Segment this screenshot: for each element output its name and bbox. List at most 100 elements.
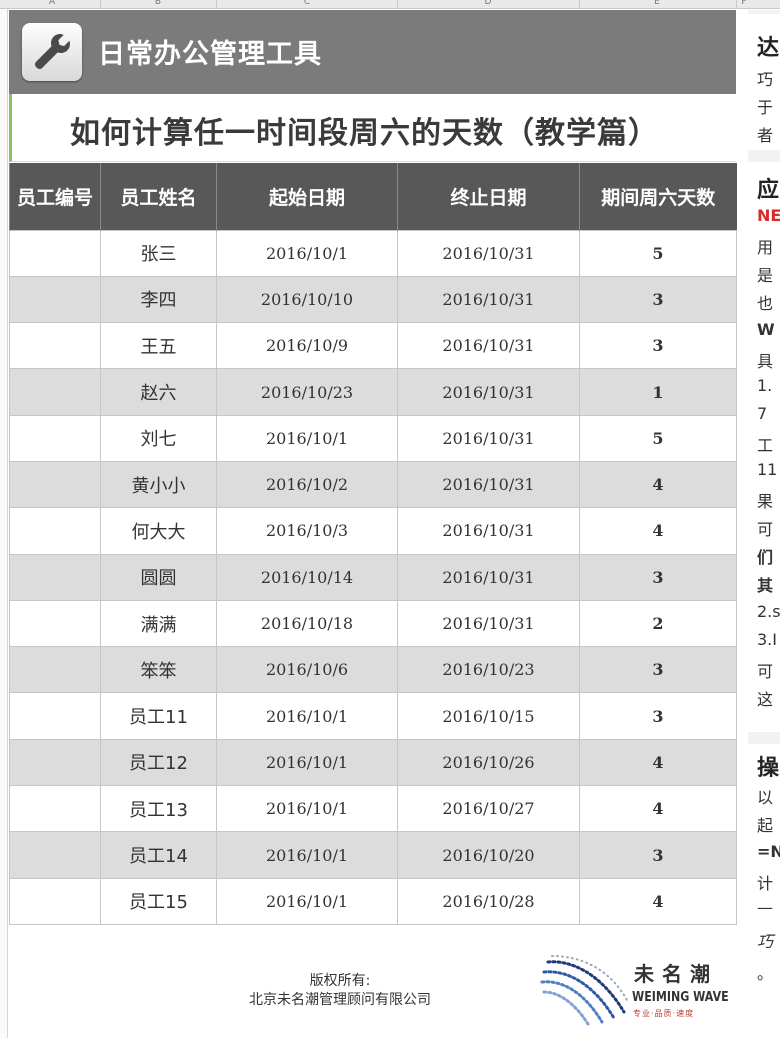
employee-name-cell[interactable]: 黄小小	[100, 460, 217, 509]
start-date-cell[interactable]: 2016/10/1	[216, 785, 398, 833]
employee-name-cell[interactable]: 李四	[100, 275, 217, 324]
column-letter[interactable]: D	[478, 0, 498, 7]
employee-name-cell[interactable]: 圆圆	[100, 553, 217, 601]
start-date-cell[interactable]: 2016/10/18	[216, 599, 398, 648]
end-date-cell[interactable]: 2016/10/31	[397, 229, 580, 277]
end-date-cell[interactable]: 2016/10/31	[397, 322, 580, 370]
wrench-icon	[22, 23, 82, 81]
end-date-cell[interactable]: 2016/10/23	[397, 646, 580, 694]
employee-name-cell[interactable]: 笨笨	[100, 646, 217, 694]
side-fragment: 操	[757, 756, 780, 781]
side-fragment: 用	[757, 238, 774, 257]
end-date-cell[interactable]: 2016/10/27	[397, 785, 580, 833]
end-date-cell[interactable]: 2016/10/31	[397, 553, 580, 601]
employee-id-cell[interactable]	[9, 229, 101, 277]
employee-name-cell[interactable]: 满满	[100, 599, 217, 648]
start-date-cell[interactable]: 2016/10/1	[216, 692, 398, 740]
saturday-count-cell[interactable]: 1	[579, 368, 737, 416]
saturday-count-cell[interactable]: 5	[579, 229, 737, 277]
side-fragment: 7	[757, 404, 768, 423]
end-date-cell[interactable]: 2016/10/31	[397, 507, 580, 555]
employee-id-cell[interactable]	[9, 322, 101, 370]
employee-id-cell[interactable]	[9, 553, 101, 601]
column-letter[interactable]: C	[297, 0, 317, 7]
employee-name-cell[interactable]: 王五	[100, 322, 217, 370]
saturday-count-cell[interactable]: 3	[579, 322, 737, 370]
employee-id-cell[interactable]	[9, 368, 101, 416]
end-date-cell[interactable]: 2016/10/31	[397, 599, 580, 648]
table-row: 李四 2016/10/10 2016/10/31 3	[9, 275, 737, 324]
saturday-count-cell[interactable]: 3	[579, 275, 737, 324]
side-article-panel: 达 巧 于 者 应 NE 用 是 也 W 具 1. 7 工 11 果 可 们 其…	[748, 10, 780, 1038]
employee-name-cell[interactable]: 刘七	[100, 414, 217, 462]
start-date-cell[interactable]: 2016/10/10	[216, 275, 398, 324]
employee-id-cell[interactable]	[9, 460, 101, 509]
header-employee-name[interactable]: 员工姓名	[100, 163, 217, 230]
start-date-cell[interactable]: 2016/10/2	[216, 460, 398, 509]
saturday-count-cell[interactable]: 3	[579, 646, 737, 694]
employee-name-cell[interactable]: 张三	[100, 229, 217, 277]
side-fragment: 应	[757, 178, 780, 203]
employee-id-cell[interactable]	[9, 692, 101, 740]
start-date-cell[interactable]: 2016/10/23	[216, 368, 398, 416]
employee-name-cell[interactable]: 何大大	[100, 507, 217, 555]
header-end-date[interactable]: 终止日期	[397, 163, 580, 230]
start-date-cell[interactable]: 2016/10/14	[216, 553, 398, 601]
end-date-cell[interactable]: 2016/10/31	[397, 414, 580, 462]
start-date-cell[interactable]: 2016/10/1	[216, 414, 398, 462]
end-date-cell[interactable]: 2016/10/26	[397, 738, 580, 787]
employee-name-cell[interactable]: 员工14	[100, 831, 217, 879]
saturday-count-cell[interactable]: 4	[579, 738, 737, 787]
end-date-cell[interactable]: 2016/10/31	[397, 460, 580, 509]
saturday-count-cell[interactable]: 2	[579, 599, 737, 648]
header-start-date[interactable]: 起始日期	[216, 163, 398, 230]
start-date-cell[interactable]: 2016/10/1	[216, 831, 398, 879]
start-date-cell[interactable]: 2016/10/9	[216, 322, 398, 370]
saturday-count-cell[interactable]: 5	[579, 414, 737, 462]
saturday-count-cell[interactable]: 4	[579, 785, 737, 833]
employee-name-cell[interactable]: 员工12	[100, 738, 217, 787]
side-fragment: 是	[757, 266, 774, 285]
employee-name-cell[interactable]: 员工15	[100, 877, 217, 925]
column-letter[interactable]: F	[734, 0, 754, 7]
copyright-label: 版权所有:	[309, 973, 371, 989]
employee-id-cell[interactable]	[9, 646, 101, 694]
title-row: 如何计算任一时间段周六的天数（教学篇）	[9, 94, 736, 162]
saturday-count-cell[interactable]: 3	[579, 831, 737, 879]
table-row: 王五 2016/10/9 2016/10/31 3	[9, 322, 737, 370]
saturday-count-cell[interactable]: 4	[579, 507, 737, 555]
saturday-count-cell[interactable]: 4	[579, 460, 737, 509]
employee-id-cell[interactable]	[9, 785, 101, 833]
side-fragment: NE	[757, 206, 780, 225]
copyright-notice: 版权所有: 北京未名潮管理顾问有限公司	[190, 972, 490, 1010]
end-date-cell[interactable]: 2016/10/31	[397, 275, 580, 324]
start-date-cell[interactable]: 2016/10/3	[216, 507, 398, 555]
header-saturday-count[interactable]: 期间周六天数	[579, 163, 737, 230]
start-date-cell[interactable]: 2016/10/1	[216, 738, 398, 787]
end-date-cell[interactable]: 2016/10/20	[397, 831, 580, 879]
saturday-count-cell[interactable]: 3	[579, 553, 737, 601]
employee-id-cell[interactable]	[9, 738, 101, 787]
end-date-cell[interactable]: 2016/10/28	[397, 877, 580, 925]
company-name: 北京未名潮管理顾问有限公司	[249, 992, 431, 1008]
employee-name-cell[interactable]: 员工13	[100, 785, 217, 833]
end-date-cell[interactable]: 2016/10/15	[397, 692, 580, 740]
start-date-cell[interactable]: 2016/10/6	[216, 646, 398, 694]
employee-id-cell[interactable]	[9, 877, 101, 925]
header-employee-id[interactable]: 员工编号	[9, 163, 101, 230]
employee-id-cell[interactable]	[9, 831, 101, 879]
end-date-cell[interactable]: 2016/10/31	[397, 368, 580, 416]
employee-id-cell[interactable]	[9, 599, 101, 648]
column-letter[interactable]: B	[148, 0, 168, 7]
employee-id-cell[interactable]	[9, 275, 101, 324]
saturday-count-cell[interactable]: 4	[579, 877, 737, 925]
employee-id-cell[interactable]	[9, 507, 101, 555]
column-letter[interactable]: A	[42, 0, 62, 7]
saturday-count-cell[interactable]: 3	[579, 692, 737, 740]
column-letter[interactable]: E	[647, 0, 667, 7]
employee-id-cell[interactable]	[9, 414, 101, 462]
start-date-cell[interactable]: 2016/10/1	[216, 877, 398, 925]
employee-name-cell[interactable]: 员工11	[100, 692, 217, 740]
start-date-cell[interactable]: 2016/10/1	[216, 229, 398, 277]
employee-name-cell[interactable]: 赵六	[100, 368, 217, 416]
